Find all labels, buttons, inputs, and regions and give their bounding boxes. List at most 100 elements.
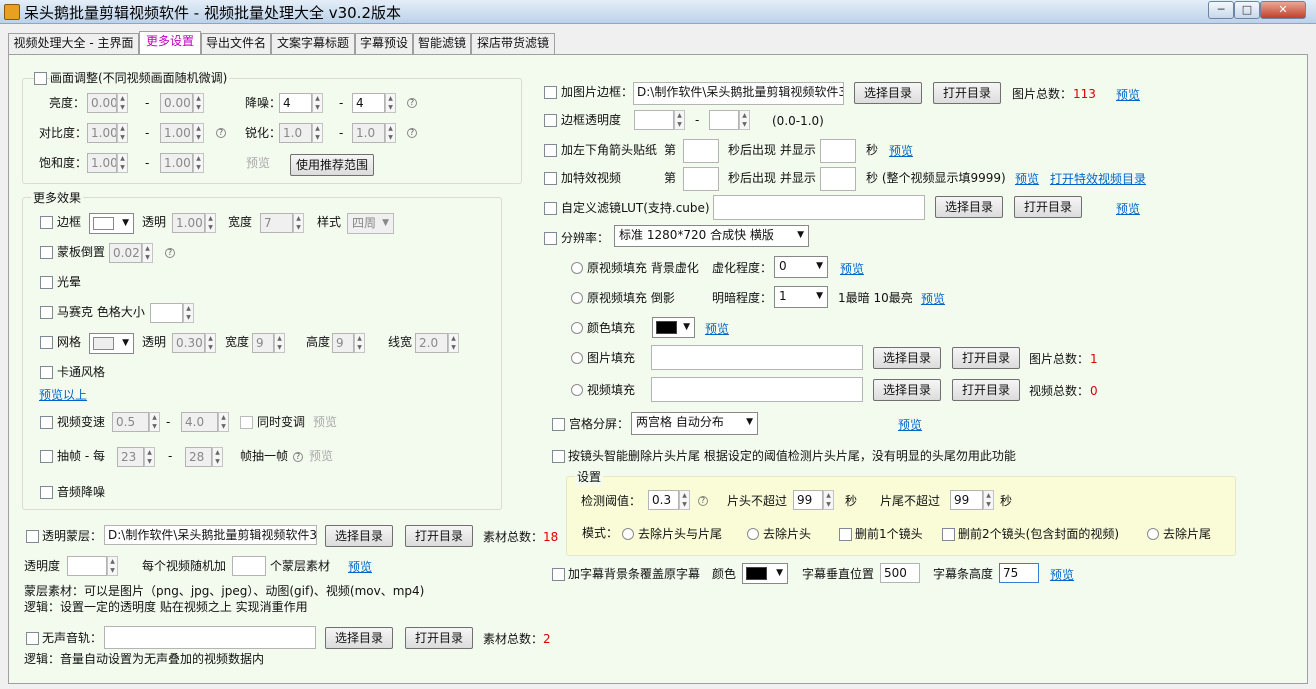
mask-mirror-spinner[interactable]: ▲ ▼ bbox=[142, 243, 153, 263]
mask-mirror-checkbox[interactable] bbox=[40, 246, 53, 259]
brightness-max-field[interactable]: 0.00 bbox=[160, 93, 193, 113]
image-border-open-dir-button[interactable]: 打开目录 bbox=[933, 82, 1001, 104]
help-icon[interactable]: ? bbox=[216, 128, 226, 138]
preview-link[interactable]: 预览 bbox=[840, 260, 864, 278]
saturation-min-spinner[interactable]: ▲ ▼ bbox=[117, 153, 128, 173]
overlay-opacity-field[interactable] bbox=[67, 556, 107, 576]
overlay-checkbox[interactable] bbox=[26, 530, 39, 543]
head-limit-field[interactable]: 99 bbox=[793, 490, 823, 510]
fill-shadow-radio[interactable] bbox=[571, 292, 583, 304]
preview-link[interactable]: 预览 bbox=[1116, 86, 1140, 104]
subtitle-height-field[interactable]: 75 bbox=[999, 563, 1039, 583]
grid-checkbox[interactable] bbox=[40, 336, 53, 349]
grid-opacity-spinner[interactable]: ▲ ▼ bbox=[205, 333, 216, 353]
fill-video-choose-dir-button[interactable]: 选择目录 bbox=[873, 379, 941, 401]
silent-track-path-field[interactable] bbox=[104, 626, 316, 649]
grid-width-spinner[interactable]: ▲ ▼ bbox=[274, 333, 285, 353]
border-opacity-max-field[interactable] bbox=[709, 110, 739, 130]
tail-limit-field[interactable]: 99 bbox=[950, 490, 983, 510]
mode-delete-first-1-checkbox[interactable] bbox=[839, 528, 852, 541]
border-opacity-checkbox[interactable] bbox=[544, 114, 557, 127]
picture-adjust-checkbox[interactable] bbox=[34, 72, 47, 85]
preview-link[interactable]: 预览 bbox=[898, 416, 922, 434]
help-icon[interactable]: ? bbox=[698, 496, 708, 506]
denoise-min-spinner[interactable]: ▲ ▼ bbox=[312, 93, 323, 113]
grid-line-field[interactable]: 2.0 bbox=[415, 333, 448, 353]
frame-drop-max-field[interactable]: 28 bbox=[185, 447, 212, 467]
contrast-min-spinner[interactable]: ▲ ▼ bbox=[117, 123, 128, 143]
lut-open-dir-button[interactable]: 打开目录 bbox=[1014, 196, 1082, 218]
effect-video-start-field[interactable] bbox=[683, 167, 719, 191]
denoise-min-field[interactable]: 4 bbox=[279, 93, 312, 113]
speed-max-spinner[interactable]: ▲ ▼ bbox=[218, 412, 229, 432]
border-checkbox[interactable] bbox=[40, 216, 53, 229]
border-color-picker[interactable]: ▼ bbox=[89, 213, 134, 234]
preview-link[interactable]: 预览 bbox=[1116, 200, 1140, 218]
brightness-min-field[interactable]: 0.00 bbox=[87, 93, 117, 113]
contrast-max-field[interactable]: 1.00 bbox=[160, 123, 193, 143]
help-icon[interactable]: ? bbox=[407, 128, 417, 138]
preview-link[interactable]: 预览 bbox=[1050, 566, 1074, 584]
blur-degree-dropdown[interactable]: 0 ▼ bbox=[774, 256, 828, 278]
grid-color-picker[interactable]: ▼ bbox=[89, 333, 134, 354]
fill-video-path-field[interactable] bbox=[651, 377, 863, 402]
threshold-field[interactable]: 0.3 bbox=[648, 490, 679, 510]
resolution-checkbox[interactable] bbox=[544, 232, 557, 245]
fill-blur-radio[interactable] bbox=[571, 262, 583, 274]
preview-above-link[interactable]: 预览以上 bbox=[39, 386, 87, 404]
fill-image-radio[interactable] bbox=[571, 352, 583, 364]
mode-radio-remove-tail[interactable] bbox=[1147, 528, 1159, 540]
close-button[interactable]: ✕ bbox=[1260, 1, 1306, 19]
fill-image-choose-dir-button[interactable]: 选择目录 bbox=[873, 347, 941, 369]
frame-drop-checkbox[interactable] bbox=[40, 450, 53, 463]
brightness-max-spinner[interactable]: ▲ ▼ bbox=[193, 93, 204, 113]
preview-link[interactable]: 预览 bbox=[313, 413, 337, 431]
contrast-min-field[interactable]: 1.00 bbox=[87, 123, 117, 143]
preview-link[interactable]: 预览 bbox=[348, 558, 372, 576]
tab-main[interactable]: 视频处理大全 - 主界面 bbox=[8, 33, 139, 54]
cartoon-checkbox[interactable] bbox=[40, 366, 53, 379]
dark-degree-dropdown[interactable]: 1 ▼ bbox=[774, 286, 828, 308]
arrow-sticker-start-field[interactable] bbox=[683, 139, 719, 163]
saturation-max-spinner[interactable]: ▲ ▼ bbox=[193, 153, 204, 173]
border-opacity-min-spinner[interactable]: ▲ ▼ bbox=[674, 110, 685, 130]
border-opacity-min-field[interactable] bbox=[634, 110, 674, 130]
lut-path-field[interactable] bbox=[713, 195, 925, 220]
sharpen-min-spinner[interactable]: ▲ ▼ bbox=[312, 123, 323, 143]
speed-checkbox[interactable] bbox=[40, 416, 53, 429]
arrow-sticker-checkbox[interactable] bbox=[544, 144, 557, 157]
tail-limit-spinner[interactable]: ▲ ▼ bbox=[983, 490, 994, 510]
speed-min-field[interactable]: 0.5 bbox=[112, 412, 149, 432]
tab-more-settings[interactable]: 更多设置 bbox=[139, 31, 201, 54]
overlay-choose-dir-button[interactable]: 选择目录 bbox=[325, 525, 393, 547]
preview-link[interactable]: 预览 bbox=[889, 142, 913, 160]
denoise-max-field[interactable]: 4 bbox=[352, 93, 385, 113]
border-width-spinner[interactable]: ▲ ▼ bbox=[293, 213, 304, 233]
contrast-max-spinner[interactable]: ▲ ▼ bbox=[193, 123, 204, 143]
silent-choose-dir-button[interactable]: 选择目录 bbox=[325, 627, 393, 649]
fill-video-open-dir-button[interactable]: 打开目录 bbox=[952, 379, 1020, 401]
tab-export-filename[interactable]: 导出文件名 bbox=[201, 33, 271, 54]
preview-link[interactable]: 预览 bbox=[705, 320, 729, 338]
preview-link[interactable]: 预览 bbox=[921, 290, 945, 308]
silent-track-checkbox[interactable] bbox=[26, 632, 39, 645]
grid-height-field[interactable]: 9 bbox=[332, 333, 354, 353]
fill-image-open-dir-button[interactable]: 打开目录 bbox=[952, 347, 1020, 369]
preview-link[interactable]: 预览 bbox=[246, 154, 270, 172]
image-border-checkbox[interactable] bbox=[544, 86, 557, 99]
fill-video-radio[interactable] bbox=[571, 384, 583, 396]
denoise-max-spinner[interactable]: ▲ ▼ bbox=[385, 93, 396, 113]
grid-split-dropdown[interactable]: 两宫格 自动分布 ▼ bbox=[631, 412, 758, 435]
mosaic-size-field[interactable] bbox=[150, 303, 183, 323]
border-opacity-field[interactable]: 1.00 bbox=[172, 213, 205, 233]
pitch-checkbox[interactable] bbox=[240, 416, 253, 429]
tab-store-filter[interactable]: 探店带货滤镜 bbox=[471, 33, 555, 54]
image-border-choose-dir-button[interactable]: 选择目录 bbox=[854, 82, 922, 104]
lut-choose-dir-button[interactable]: 选择目录 bbox=[935, 196, 1003, 218]
mode-delete-first-2-checkbox[interactable] bbox=[942, 528, 955, 541]
audio-denoise-checkbox[interactable] bbox=[40, 486, 53, 499]
tab-copy-subtitle-title[interactable]: 文案字幕标题 bbox=[271, 33, 355, 54]
maximize-button[interactable]: □ bbox=[1234, 1, 1260, 19]
subtitle-bar-checkbox[interactable] bbox=[552, 568, 565, 581]
smart-trim-checkbox[interactable] bbox=[552, 450, 565, 463]
